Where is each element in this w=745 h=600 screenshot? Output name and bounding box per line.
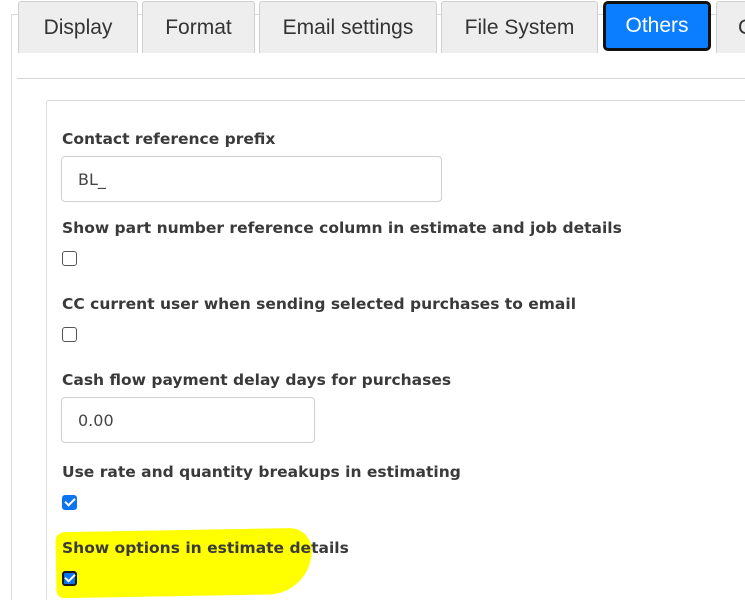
cc-current-user-checkbox[interactable] [62, 327, 77, 342]
tab-email-settings[interactable]: Email settings [259, 1, 437, 53]
show-part-number-checkbox[interactable] [62, 251, 77, 266]
show-part-number-label: Show part number reference column in est… [62, 219, 622, 237]
tab-file-system[interactable]: File System [441, 1, 598, 53]
contact-prefix-input[interactable]: BL_ [61, 156, 442, 202]
tab-format[interactable]: Format [142, 1, 255, 53]
show-options-checkbox[interactable] [62, 571, 77, 586]
cc-current-user-label: CC current user when sending selected pu… [62, 295, 577, 313]
tab-display[interactable]: Display [18, 1, 138, 53]
tab-others[interactable]: Others [603, 1, 711, 51]
use-rate-quantity-checkbox[interactable] [62, 495, 77, 510]
tab-more-truncated[interactable]: C [716, 1, 745, 53]
cash-flow-delay-label: Cash flow payment delay days for purchas… [62, 371, 452, 389]
cash-flow-delay-input[interactable]: 0.00 [61, 397, 315, 443]
show-options-label: Show options in estimate details [62, 539, 349, 557]
use-rate-quantity-label: Use rate and quantity breakups in estima… [62, 463, 461, 481]
contact-prefix-label: Contact reference prefix [62, 130, 276, 148]
